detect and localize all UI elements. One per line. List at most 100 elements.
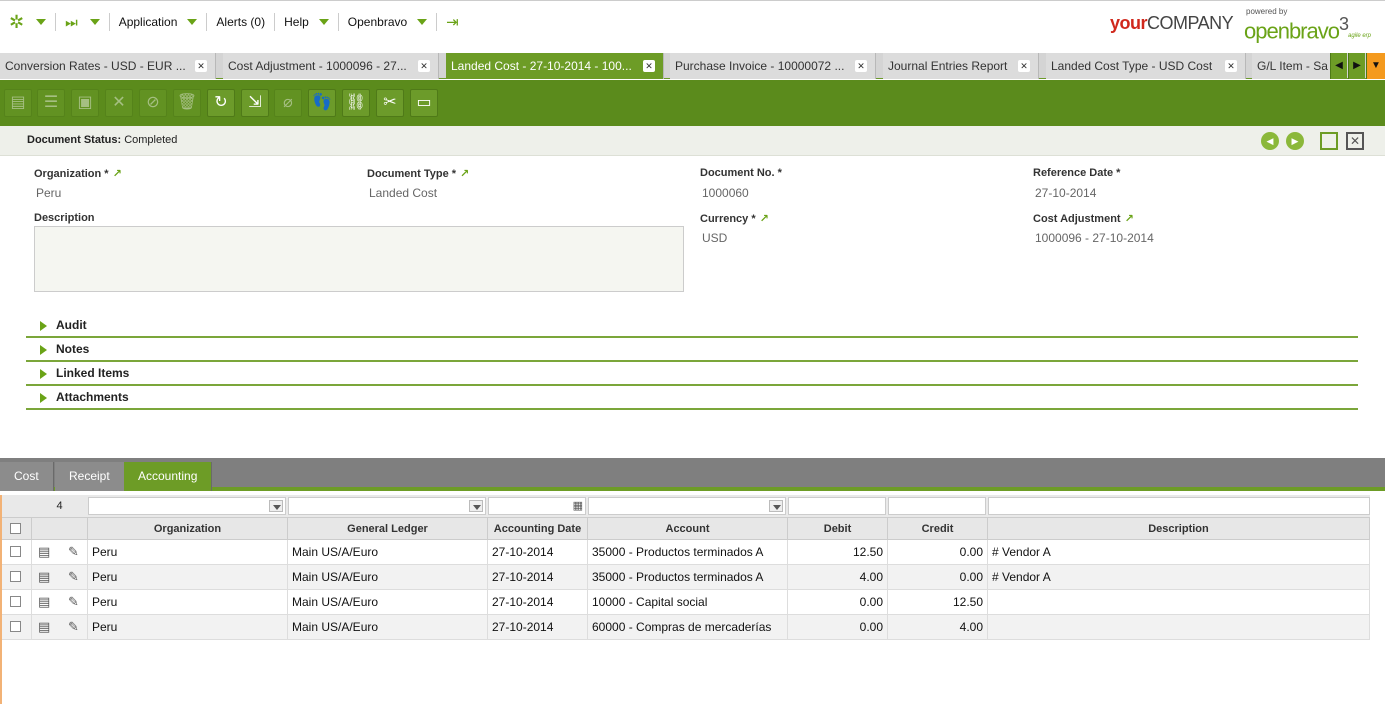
section-title[interactable]: Notes	[56, 342, 89, 356]
filter-organization[interactable]	[88, 497, 286, 515]
application-menu[interactable]: Application	[110, 13, 208, 31]
delete-icon[interactable]: 🗑	[173, 89, 201, 117]
cancel-icon[interactable]: ⊘	[139, 89, 167, 117]
alerts-link[interactable]: Alerts (0)	[207, 13, 276, 31]
cell-organization[interactable]: Peru	[88, 540, 288, 564]
filter-general-ledger[interactable]	[288, 497, 486, 515]
tab-label[interactable]: Journal Entries Report	[888, 59, 1007, 73]
cell-credit[interactable]: 4.00	[888, 615, 988, 639]
logout-icon[interactable]: ⇥	[446, 13, 459, 31]
section-title[interactable]: Linked Items	[56, 366, 129, 380]
cell-description[interactable]: # Vendor A	[988, 565, 1370, 589]
asterisk-icon[interactable]: ✲	[9, 12, 24, 33]
tab-landed-cost-type[interactable]: Landed Cost Type - USD Cost ✕	[1046, 53, 1246, 79]
previous-record-icon[interactable]: ◀	[1261, 132, 1279, 150]
cell-general-ledger[interactable]: Main US/A/Euro	[288, 540, 488, 564]
new-row-icon[interactable]: ☰	[37, 89, 65, 117]
document-no-field[interactable]: 1000060	[702, 186, 749, 200]
document-type-field[interactable]: Landed Cost	[369, 186, 437, 200]
new-document-icon[interactable]: ▤	[4, 89, 32, 117]
cell-organization[interactable]: Peru	[88, 590, 288, 614]
cell-description[interactable]	[988, 615, 1370, 639]
close-icon[interactable]: ✕	[195, 60, 207, 72]
recent-views[interactable]: ⏭	[56, 13, 110, 31]
chevron-down-icon[interactable]	[89, 19, 100, 25]
application-menu-label[interactable]: Application	[119, 15, 178, 29]
expand-arrow-icon[interactable]	[40, 321, 47, 331]
audit-trail-icon[interactable]: 👣	[308, 89, 336, 117]
user-menu[interactable]: Openbravo	[339, 13, 438, 31]
section-audit[interactable]: Audit	[26, 314, 1358, 338]
link-arrow-icon[interactable]: ↗	[113, 168, 122, 180]
tab-label[interactable]: G/L Item - Sa	[1257, 59, 1328, 73]
chevron-down-icon[interactable]	[469, 500, 483, 512]
cell-description[interactable]: # Vendor A	[988, 540, 1370, 564]
cell-debit[interactable]: 4.00	[788, 565, 888, 589]
cell-general-ledger[interactable]: Main US/A/Euro	[288, 590, 488, 614]
cell-credit[interactable]: 0.00	[888, 565, 988, 589]
cell-credit[interactable]: 12.50	[888, 590, 988, 614]
organization-field[interactable]: Peru	[36, 186, 61, 200]
cell-account[interactable]: 60000 - Compras de mercaderías	[588, 615, 788, 639]
tab-label[interactable]: Cost Adjustment - 1000096 - 27...	[228, 59, 407, 73]
tab-receipt[interactable]: Receipt	[55, 462, 125, 491]
cell-organization[interactable]: Peru	[88, 615, 288, 639]
header-credit[interactable]: Credit	[888, 518, 988, 540]
link-arrow-icon[interactable]: ↗	[1125, 213, 1134, 225]
quick-launch[interactable]: ✲	[0, 12, 57, 33]
header-debit[interactable]: Debit	[788, 518, 888, 540]
cell-account[interactable]: 10000 - Capital social	[588, 590, 788, 614]
tab-scroll-left-icon[interactable]: ◀	[1330, 53, 1347, 79]
filter-account[interactable]	[588, 497, 786, 515]
cell-description[interactable]	[988, 590, 1370, 614]
cell-credit[interactable]: 0.00	[888, 540, 988, 564]
tab-menu-icon[interactable]: ▼	[1366, 53, 1385, 79]
tab-label[interactable]: Conversion Rates - USD - EUR ...	[5, 59, 186, 73]
header-general-ledger[interactable]: General Ledger	[288, 518, 488, 540]
chevron-down-icon[interactable]	[269, 500, 283, 512]
save-icon[interactable]: ▣	[71, 89, 99, 117]
user-menu-label[interactable]: Openbravo	[348, 15, 407, 29]
close-icon[interactable]: ✕	[643, 60, 655, 72]
cell-accounting-date[interactable]: 27-10-2014	[488, 565, 588, 589]
cell-general-ledger[interactable]: Main US/A/Euro	[288, 565, 488, 589]
attach-icon[interactable]: ⌀	[274, 89, 302, 117]
filter-credit[interactable]	[888, 497, 986, 515]
help-menu[interactable]: Help	[275, 13, 339, 31]
cost-adjustment-field[interactable]: 1000096 - 27-10-2014	[1035, 231, 1154, 245]
close-icon[interactable]: ✕	[418, 60, 430, 72]
tab-journal-entries[interactable]: Journal Entries Report ✕	[883, 53, 1039, 79]
export-icon[interactable]: ⇲	[241, 89, 269, 117]
section-linked-items[interactable]: Linked Items	[26, 362, 1358, 386]
tab-accounting[interactable]: Accounting	[124, 462, 213, 491]
chevron-down-icon[interactable]	[769, 500, 783, 512]
table-row[interactable]: ▤ ✎ Peru Main US/A/Euro 27-10-2014 10000…	[2, 590, 1370, 615]
cell-debit[interactable]: 12.50	[788, 540, 888, 564]
table-row[interactable]: ▤ ✎ Peru Main US/A/Euro 27-10-2014 60000…	[2, 615, 1370, 640]
close-icon[interactable]: ✕	[1225, 60, 1237, 72]
header-organization[interactable]: Organization	[88, 518, 288, 540]
calendar-icon[interactable]: ▦	[573, 499, 583, 512]
cell-accounting-date[interactable]: 27-10-2014	[488, 615, 588, 639]
filter-accounting-date[interactable]: ▦	[488, 497, 586, 515]
tab-label[interactable]: Landed Cost Type - USD Cost	[1051, 59, 1212, 73]
section-title[interactable]: Audit	[56, 318, 87, 332]
cell-account[interactable]: 35000 - Productos terminados A	[588, 540, 788, 564]
cell-accounting-date[interactable]: 27-10-2014	[488, 540, 588, 564]
tab-label[interactable]: Landed Cost - 27-10-2014 - 100...	[451, 59, 632, 73]
link-arrow-icon[interactable]: ↗	[760, 213, 769, 225]
expand-arrow-icon[interactable]	[40, 369, 47, 379]
tab-scroll-right-icon[interactable]: ▶	[1348, 53, 1365, 79]
close-icon[interactable]: ✕	[1018, 60, 1030, 72]
grid-view-icon[interactable]: ▭	[410, 89, 438, 117]
tab-conversion-rates[interactable]: Conversion Rates - USD - EUR ... ✕	[0, 53, 216, 79]
currency-field[interactable]: USD	[702, 231, 727, 245]
cell-account[interactable]: 35000 - Productos terminados A	[588, 565, 788, 589]
undo-icon[interactable]: ✕	[105, 89, 133, 117]
tools-icon[interactable]: ✂	[376, 89, 404, 117]
next-record-icon[interactable]: ▶	[1286, 132, 1304, 150]
chevron-down-icon[interactable]	[36, 19, 47, 25]
expand-arrow-icon[interactable]	[40, 345, 47, 355]
maximize-icon[interactable]	[1320, 132, 1338, 150]
tab-cost[interactable]: Cost	[0, 462, 54, 491]
